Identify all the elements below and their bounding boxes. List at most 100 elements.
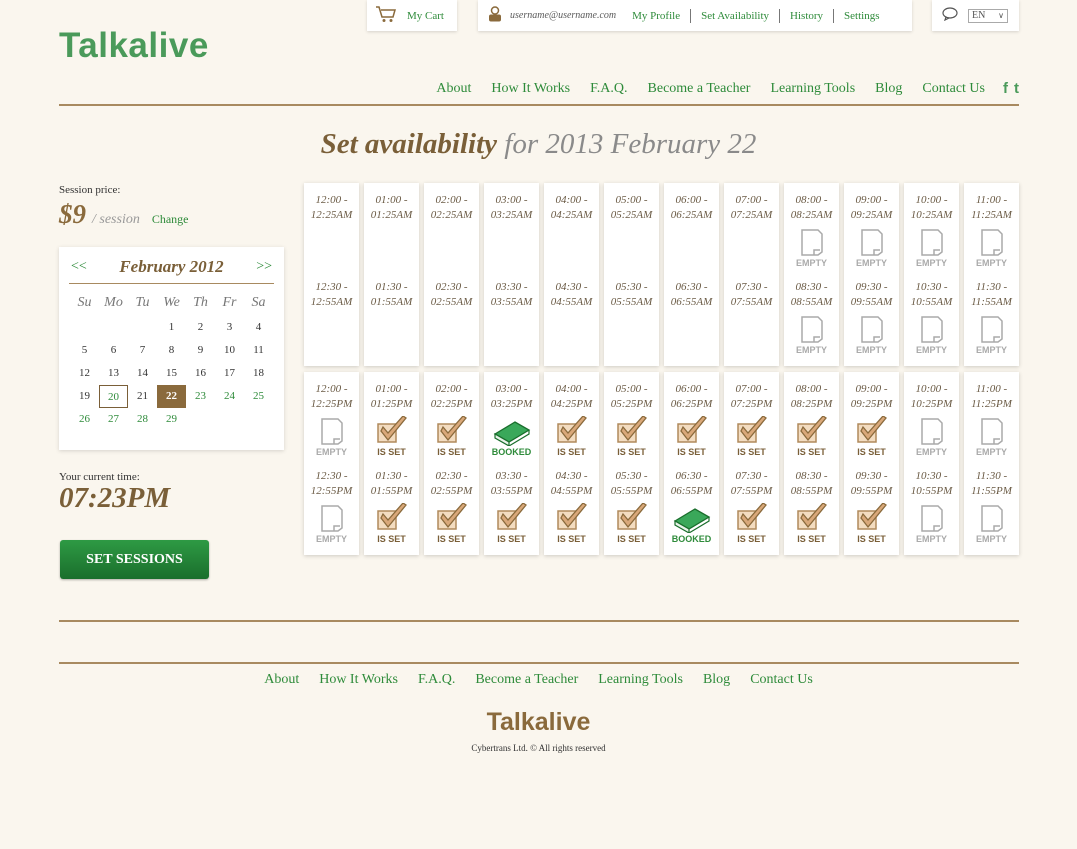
calendar-day[interactable]: 1 — [157, 316, 186, 339]
time-slot[interactable]: 11:30 - 11:55PM EMPTY — [964, 469, 1019, 545]
facebook-icon[interactable]: f — [1003, 80, 1008, 97]
time-slot[interactable]: 02:00 - 02:25PM IS SET — [424, 382, 479, 458]
time-slot[interactable]: 04:30 - 04:55PM IS SET — [544, 469, 599, 545]
nav-faq[interactable]: F.A.Q. — [590, 81, 627, 97]
time-slot[interactable]: 06:00 - 06:25AM — [664, 193, 719, 223]
time-slot[interactable]: 03:00 - 03:25PM BOOKED — [484, 382, 539, 458]
time-slot[interactable]: 07:30 - 07:55PM IS SET — [724, 469, 779, 545]
time-slot[interactable]: 11:00 - 11:25AM EMPTY — [964, 193, 1019, 269]
calendar-day[interactable]: 8 — [157, 339, 186, 362]
calendar-day[interactable]: 27 — [99, 408, 128, 431]
my-profile-link[interactable]: My Profile — [622, 9, 690, 23]
time-slot[interactable]: 09:30 - 09:55AM EMPTY — [844, 280, 899, 356]
time-slot[interactable]: 08:30 - 08:55PM IS SET — [784, 469, 839, 545]
calendar-day[interactable]: 6 — [99, 339, 128, 362]
time-slot[interactable]: 10:00 - 10:25PM EMPTY — [904, 382, 959, 458]
time-slot[interactable]: 05:30 - 05:55PM IS SET — [604, 469, 659, 545]
footer-nav-learning-tools[interactable]: Learning Tools — [598, 672, 683, 688]
footer-nav-become-teacher[interactable]: Become a Teacher — [475, 672, 578, 688]
site-logo[interactable]: Talkalive — [59, 26, 209, 66]
nav-about[interactable]: About — [436, 81, 471, 97]
twitter-icon[interactable]: t — [1014, 80, 1019, 97]
time-slot[interactable]: 11:30 - 11:55AM EMPTY — [964, 280, 1019, 356]
calendar-day[interactable]: 3 — [215, 316, 244, 339]
time-slot[interactable]: 11:00 - 11:25PM EMPTY — [964, 382, 1019, 458]
calendar-day[interactable]: 2 — [186, 316, 215, 339]
calendar-day[interactable]: 21 — [128, 385, 157, 408]
calendar-day[interactable]: 9 — [186, 339, 215, 362]
time-slot[interactable]: 10:30 - 10:55PM EMPTY — [904, 469, 959, 545]
time-slot[interactable]: 06:30 - 06:55AM — [664, 280, 719, 310]
time-slot[interactable]: 02:00 - 02:25AM — [424, 193, 479, 223]
calendar-day[interactable]: 14 — [128, 362, 157, 385]
time-slot[interactable]: 12:30 - 12:55PM EMPTY — [304, 469, 359, 545]
time-slot[interactable]: 09:30 - 09:55PM IS SET — [844, 469, 899, 545]
time-slot[interactable]: 03:00 - 03:25AM — [484, 193, 539, 223]
calendar-day[interactable]: 25 — [244, 385, 273, 408]
calendar-day[interactable]: 16 — [186, 362, 215, 385]
nav-contact[interactable]: Contact Us — [922, 81, 985, 97]
calendar-day[interactable]: 19 — [70, 385, 99, 408]
time-slot[interactable]: 08:30 - 08:55AM EMPTY — [784, 280, 839, 356]
calendar-day[interactable]: 10 — [215, 339, 244, 362]
calendar-day[interactable]: 20 — [99, 385, 128, 408]
nav-learning-tools[interactable]: Learning Tools — [770, 81, 855, 97]
calendar-day[interactable]: 13 — [99, 362, 128, 385]
nav-how-it-works[interactable]: How It Works — [491, 81, 570, 97]
calendar-day[interactable]: 4 — [244, 316, 273, 339]
change-price-link[interactable]: Change — [152, 212, 189, 227]
calendar-day[interactable]: 11 — [244, 339, 273, 362]
footer-nav-how-it-works[interactable]: How It Works — [319, 672, 398, 688]
cart-widget[interactable]: My Cart — [367, 0, 457, 31]
time-slot[interactable]: 04:00 - 04:25AM — [544, 193, 599, 223]
footer-nav-contact[interactable]: Contact Us — [750, 672, 813, 688]
next-month-button[interactable]: >> — [256, 259, 272, 275]
time-slot[interactable]: 02:30 - 02:55AM — [424, 280, 479, 310]
chat-icon[interactable] — [942, 7, 958, 24]
calendar-day[interactable]: 22 — [157, 385, 186, 408]
time-slot[interactable]: 07:30 - 07:55AM — [724, 280, 779, 310]
nav-blog[interactable]: Blog — [875, 81, 902, 97]
time-slot[interactable]: 04:00 - 04:25PM IS SET — [544, 382, 599, 458]
calendar-day[interactable]: 5 — [70, 339, 99, 362]
time-slot[interactable]: 12:00 - 12:25PM EMPTY — [304, 382, 359, 458]
settings-link[interactable]: Settings — [833, 8, 889, 23]
time-slot[interactable]: 06:00 - 06:25PM IS SET — [664, 382, 719, 458]
time-slot[interactable]: 07:00 - 07:25AM — [724, 193, 779, 223]
time-slot[interactable]: 01:30 - 01:55PM IS SET — [364, 469, 419, 545]
footer-nav-about[interactable]: About — [264, 672, 299, 688]
time-slot[interactable]: 09:00 - 09:25PM IS SET — [844, 382, 899, 458]
time-slot[interactable]: 02:30 - 02:55PM IS SET — [424, 469, 479, 545]
time-slot[interactable]: 08:00 - 08:25PM IS SET — [784, 382, 839, 458]
nav-become-teacher[interactable]: Become a Teacher — [648, 81, 751, 97]
set-sessions-button[interactable]: SET SESSIONS — [60, 540, 209, 579]
footer-nav-blog[interactable]: Blog — [703, 672, 730, 688]
time-slot[interactable]: 01:30 - 01:55AM — [364, 280, 419, 310]
language-select[interactable]: EN ∨ — [968, 8, 1008, 23]
calendar-day[interactable]: 29 — [157, 408, 186, 431]
calendar-day[interactable]: 24 — [215, 385, 244, 408]
cart-link[interactable]: My Cart — [407, 10, 444, 22]
calendar-day[interactable]: 28 — [128, 408, 157, 431]
time-slot[interactable]: 03:30 - 03:55PM IS SET — [484, 469, 539, 545]
time-slot[interactable]: 01:00 - 01:25PM IS SET — [364, 382, 419, 458]
time-slot[interactable]: 10:30 - 10:55AM EMPTY — [904, 280, 959, 356]
calendar-day[interactable]: 17 — [215, 362, 244, 385]
time-slot[interactable]: 04:30 - 04:55AM — [544, 280, 599, 310]
time-slot[interactable]: 05:00 - 05:25AM — [604, 193, 659, 223]
footer-nav-faq[interactable]: F.A.Q. — [418, 672, 455, 688]
calendar-day[interactable]: 12 — [70, 362, 99, 385]
calendar-day[interactable]: 23 — [186, 385, 215, 408]
time-slot[interactable]: 01:00 - 01:25AM — [364, 193, 419, 223]
time-slot[interactable]: 03:30 - 03:55AM — [484, 280, 539, 310]
time-slot[interactable]: 07:00 - 07:25PM IS SET — [724, 382, 779, 458]
calendar-day[interactable]: 15 — [157, 362, 186, 385]
time-slot[interactable]: 05:30 - 05:55AM — [604, 280, 659, 310]
prev-month-button[interactable]: << — [71, 259, 87, 275]
set-availability-link[interactable]: Set Availability — [690, 8, 779, 23]
time-slot[interactable]: 06:30 - 06:55PM BOOKED — [664, 469, 719, 545]
footer-logo[interactable]: Talkalive — [0, 708, 1077, 737]
time-slot[interactable]: 12:00 - 12:25AM — [304, 193, 359, 223]
time-slot[interactable]: 10:00 - 10:25AM EMPTY — [904, 193, 959, 269]
time-slot[interactable]: 12:30 - 12:55AM — [304, 280, 359, 310]
